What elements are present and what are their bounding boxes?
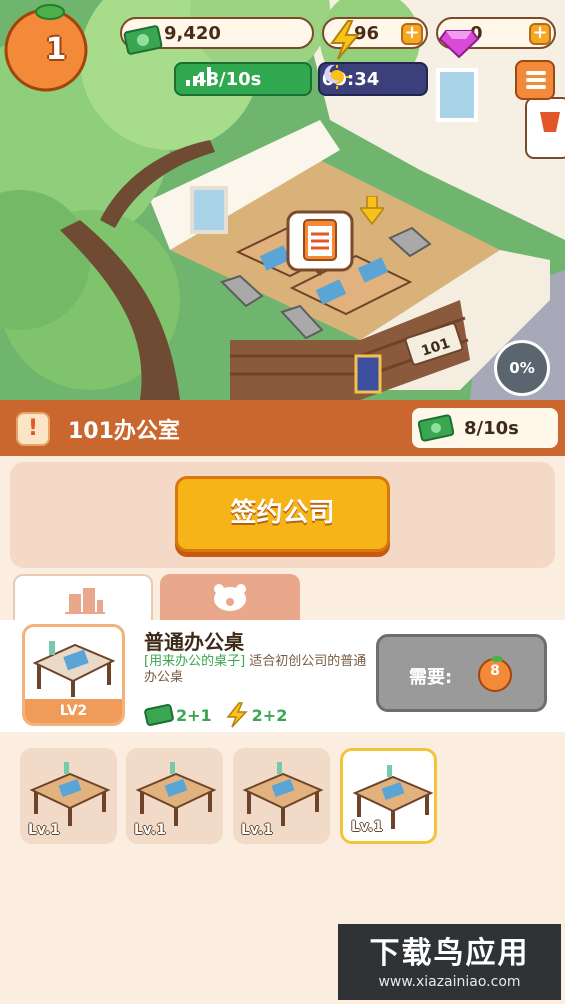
time-pill: 09:34 (318, 62, 428, 96)
room-title: 101办公室 (68, 419, 180, 444)
stat-money: 2+1 (176, 705, 212, 725)
watermark: 下载鸟应用 www.xiazainiao.com (338, 924, 561, 1000)
alert-icon[interactable]: ! (16, 412, 50, 446)
inventory-level: Lv.1 (241, 822, 273, 838)
watermark-url: www.xiazainiao.com (378, 974, 521, 990)
item-name: 普通办公桌 (144, 630, 244, 654)
tab-staff[interactable] (160, 574, 300, 620)
item-card[interactable]: LV2 (22, 624, 125, 726)
money-value: 9,420 (164, 22, 221, 44)
menu-icon (526, 71, 546, 75)
player-level[interactable]: 1 (10, 32, 102, 67)
item-description: [用来办公的桌子] 适合初创公司的普通办公桌 (144, 654, 372, 686)
clipboard-bubble[interactable] (286, 210, 354, 276)
stat-energy: 2+2 (251, 705, 288, 725)
income-rate-pill[interactable]: 48/10s (174, 62, 312, 96)
lightning-icon (330, 20, 361, 60)
bear-icon (214, 584, 246, 611)
gem-counter: 0 + (436, 17, 556, 59)
inventory-level: Lv.1 (351, 819, 383, 835)
cart-icon[interactable] (526, 98, 565, 158)
room-bar: ! 101办公室 8/10s (0, 400, 565, 456)
clipboard-icon (286, 210, 354, 276)
desk-icon (242, 762, 324, 826)
menu-button[interactable] (515, 60, 555, 100)
energy-counter: 96 + (322, 17, 428, 60)
inventory-slot[interactable]: Lv.1 (340, 748, 437, 844)
need-cost: 8 (490, 663, 500, 679)
moon-icon (324, 64, 340, 83)
need-label: 需要: (409, 667, 453, 688)
tab-furniture[interactable] (13, 574, 153, 620)
completion-badge[interactable]: 0% (494, 340, 550, 396)
item-stats: 2+1 2+2 (144, 702, 287, 728)
add-gem-button[interactable]: + (529, 23, 551, 45)
money-counter: 9,420 (120, 17, 314, 55)
sign-company-button[interactable]: 签约公司 (175, 476, 390, 552)
money-icon (123, 25, 163, 55)
chart-icon (186, 67, 211, 86)
desk-icon (135, 762, 217, 826)
gem-icon (438, 30, 480, 59)
buy-button[interactable]: 需要: 8 (376, 634, 547, 712)
add-energy-button[interactable]: + (401, 23, 423, 45)
money-icon (144, 704, 174, 726)
inventory-level: Lv.1 (134, 822, 166, 838)
arrow-down-icon (360, 196, 384, 226)
room-income-value: 8/10s (464, 417, 519, 439)
item-level: LV2 (25, 699, 122, 723)
item-desc-highlight: [用来办公的桌子] (144, 654, 246, 669)
room-income-pill: 8/10s (412, 408, 558, 448)
game-scene[interactable]: 101 1 9,420 96 + 0 + 48/10s 09:34 0% (0, 0, 565, 400)
inventory-slot[interactable]: Lv.1 (20, 748, 117, 844)
watermark-title: 下载鸟应用 (369, 936, 530, 971)
money-icon (417, 414, 455, 442)
inventory-slot[interactable]: Lv.1 (233, 748, 330, 844)
building-icon (65, 588, 105, 614)
inventory-level: Lv.1 (28, 822, 60, 838)
lightning-icon (226, 702, 248, 728)
desk-icon (32, 641, 116, 697)
desk-icon (29, 762, 111, 826)
inventory-slot[interactable]: Lv.1 (126, 748, 223, 844)
